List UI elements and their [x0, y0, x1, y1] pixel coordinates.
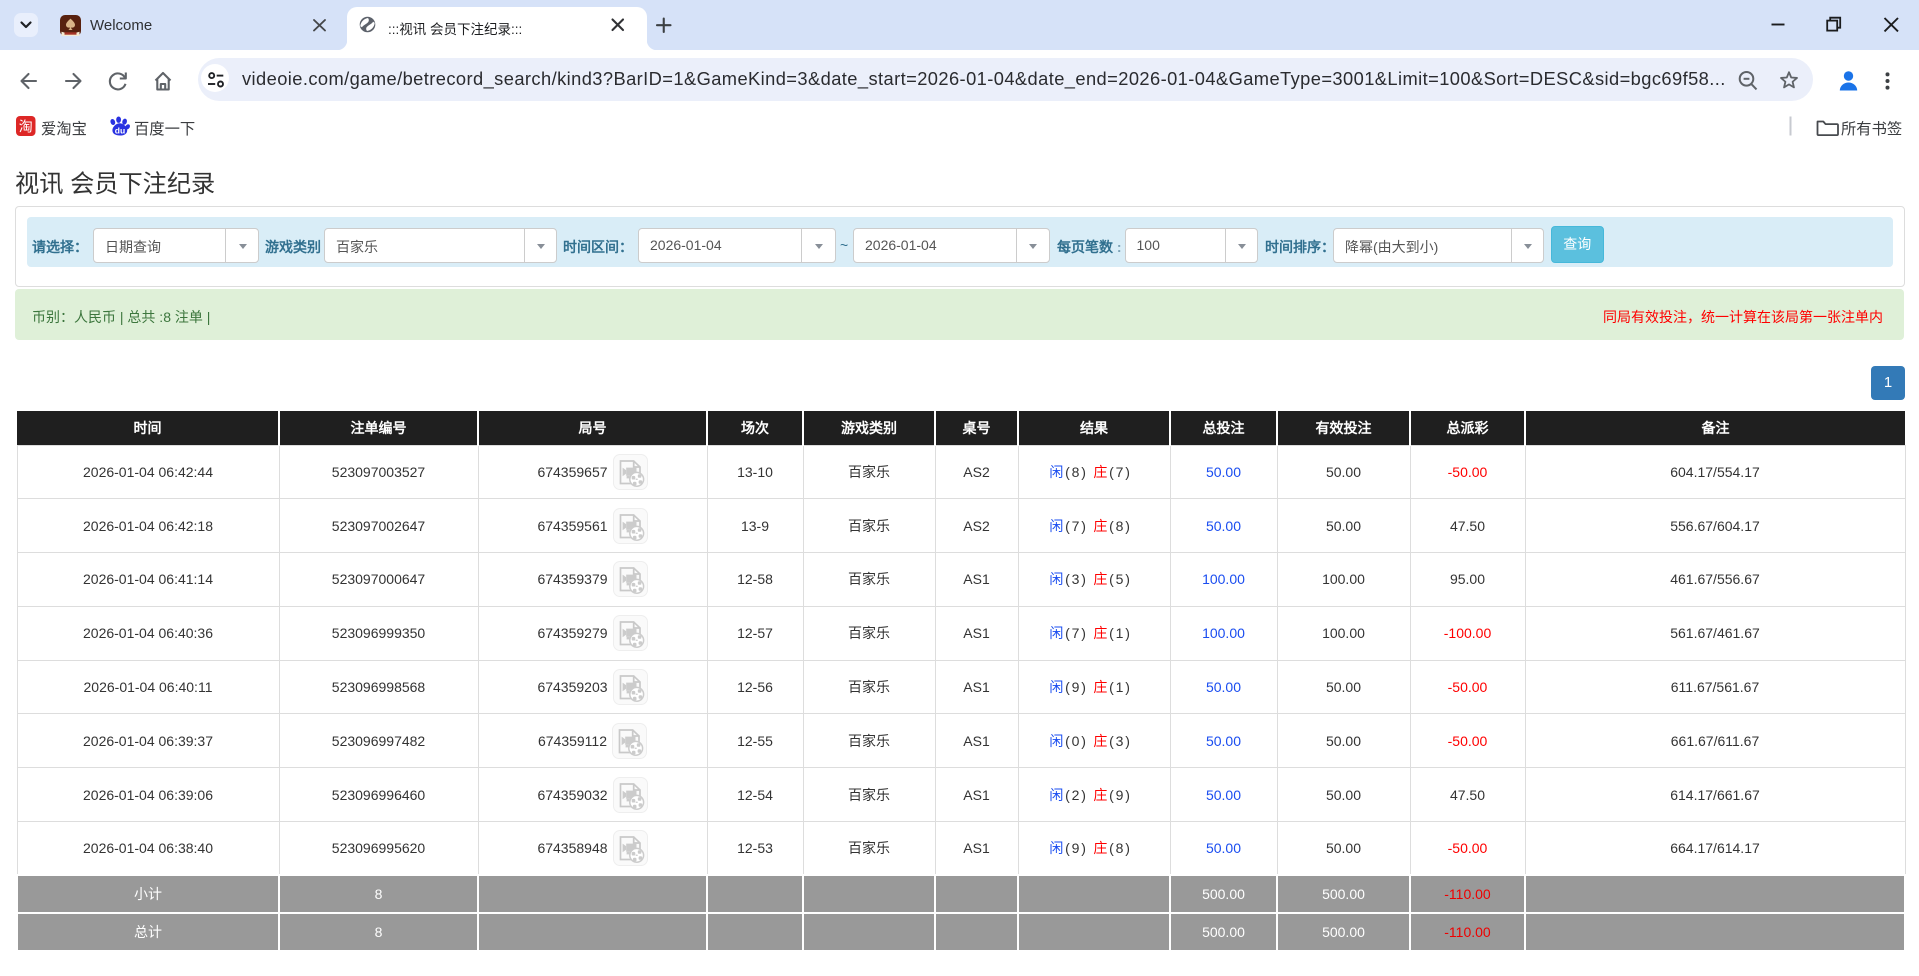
svg-text:淘: 淘: [19, 119, 33, 135]
svg-text:du: du: [115, 126, 125, 136]
